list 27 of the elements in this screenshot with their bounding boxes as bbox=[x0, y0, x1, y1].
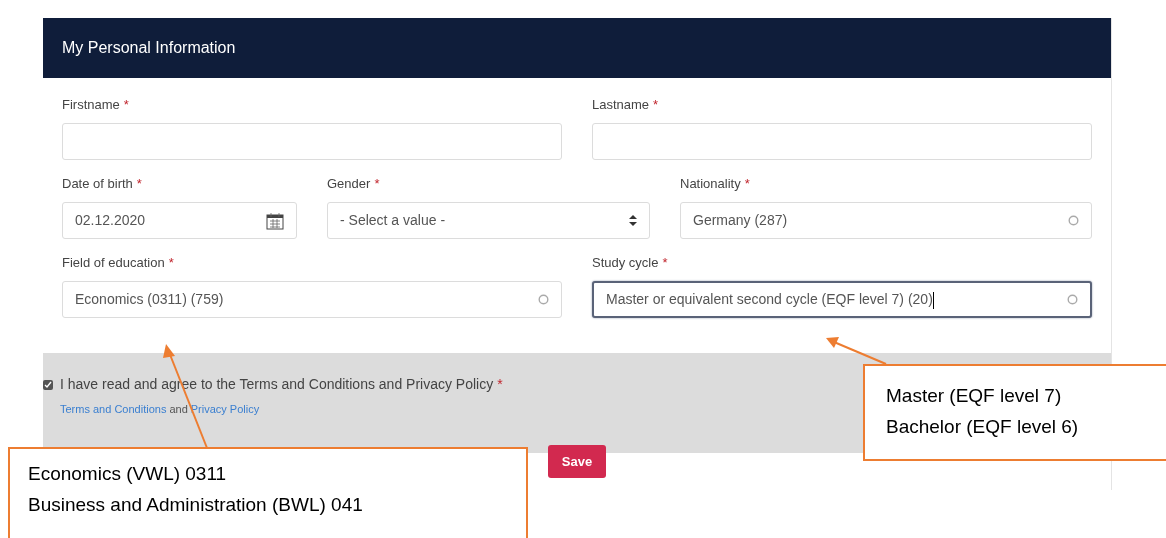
field-label: Lastname * bbox=[592, 96, 660, 113]
save-button[interactable]: Save bbox=[548, 445, 606, 478]
loading-circle-icon bbox=[1068, 215, 1079, 226]
field-label: Firstname * bbox=[62, 96, 130, 113]
callout-text: Master (EQF level 7) bbox=[886, 384, 1063, 408]
field-label: Study cycle * bbox=[592, 254, 669, 271]
loading-circle-icon bbox=[538, 294, 549, 305]
callout-text: Business and Administration (BWL) 041 bbox=[28, 493, 364, 517]
checkbox[interactable] bbox=[43, 379, 53, 390]
field-label: Nationality * bbox=[680, 175, 751, 192]
field-label: Date of birth * bbox=[62, 175, 143, 192]
field-label: Gender * bbox=[327, 175, 381, 192]
card-title: My Personal Information bbox=[62, 38, 236, 58]
input-field[interactable]: Economics (0311) (759) bbox=[62, 281, 562, 318]
input-field[interactable]: Germany (287) bbox=[680, 202, 1092, 239]
input-field[interactable] bbox=[592, 123, 1092, 160]
select-field[interactable]: - Select a value - bbox=[327, 202, 650, 239]
input-field[interactable] bbox=[62, 123, 562, 160]
callout-text: Economics (VWL) 0311 bbox=[28, 462, 228, 486]
calendar-icon[interactable] bbox=[266, 211, 284, 230]
field-label: Field of education * bbox=[62, 254, 175, 271]
input-field[interactable]: 02.12.2020 bbox=[62, 202, 297, 239]
callout-text: Bachelor (EQF level 6) bbox=[886, 415, 1080, 439]
sort-caret-icon bbox=[629, 215, 637, 226]
loading-circle-icon bbox=[1067, 294, 1078, 305]
connector-text: and bbox=[169, 402, 188, 417]
input-field[interactable]: Master or equivalent second cycle (EQF level 7) (20) bbox=[592, 281, 1092, 318]
